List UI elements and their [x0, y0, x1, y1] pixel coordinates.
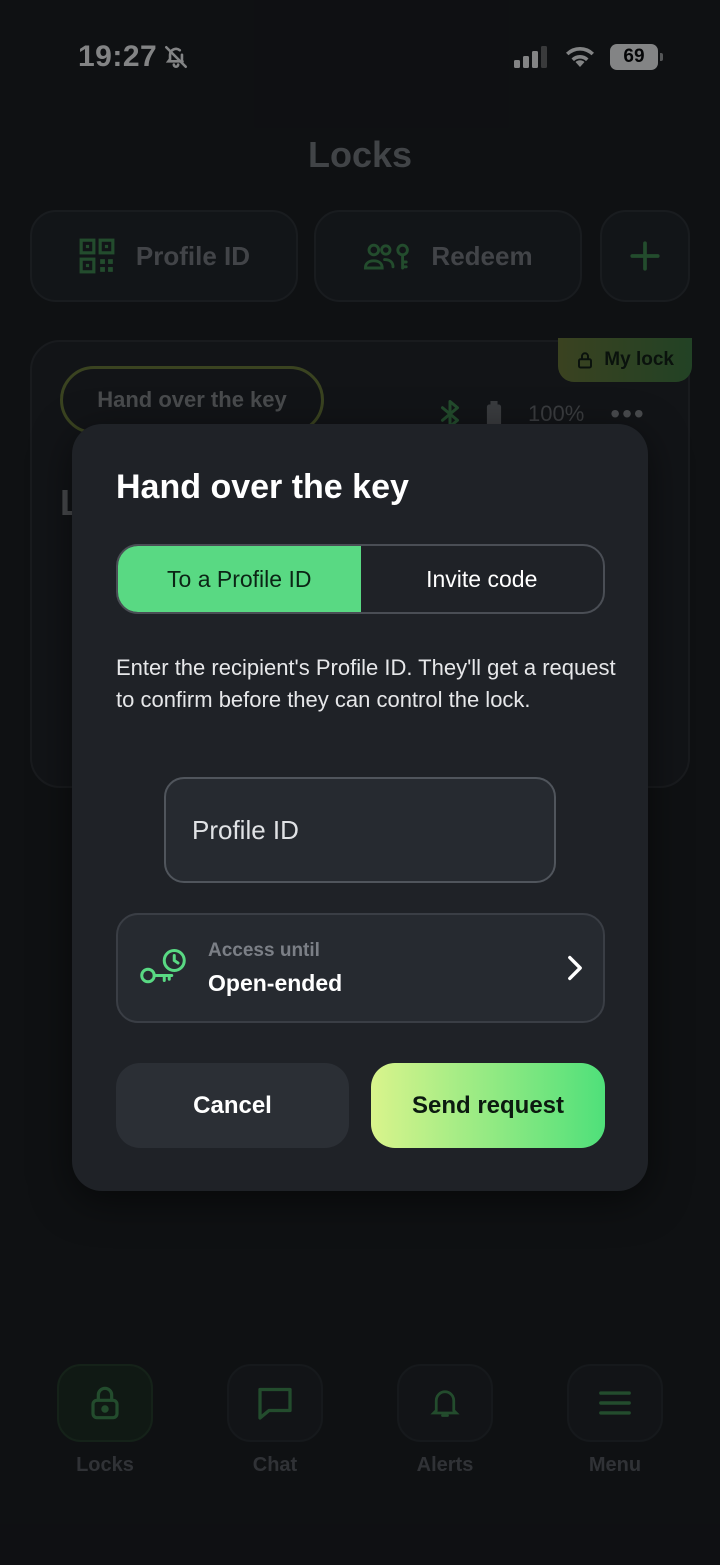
hand-over-key-dialog: Hand over the key To a Profile ID Invite… [72, 424, 648, 1191]
dialog-description: Enter the recipient's Profile ID. They'l… [116, 655, 616, 712]
cancel-button[interactable]: Cancel [116, 1063, 349, 1148]
access-label: Access until [208, 939, 320, 961]
profile-id-placeholder: Profile ID [192, 814, 299, 845]
access-until-selector[interactable]: Access until Open-ended [116, 913, 605, 1023]
dialog-title: Hand over the key [116, 468, 409, 506]
key-clock-icon [140, 949, 186, 984]
app-screen: 19:27 69 Locks Profile ID Redeem L My lo… [0, 0, 720, 1565]
tab-invite-code[interactable]: Invite code [361, 546, 604, 612]
access-texts: Access until Open-ended [208, 940, 567, 997]
profile-id-input[interactable]: Profile ID [164, 777, 556, 883]
access-value: Open-ended [208, 969, 343, 996]
chevron-right-icon [568, 955, 582, 981]
recipient-type-toggle: To a Profile ID Invite code [116, 544, 605, 614]
tab-profile-id[interactable]: To a Profile ID [118, 546, 361, 612]
send-request-button[interactable]: Send request [371, 1063, 605, 1148]
